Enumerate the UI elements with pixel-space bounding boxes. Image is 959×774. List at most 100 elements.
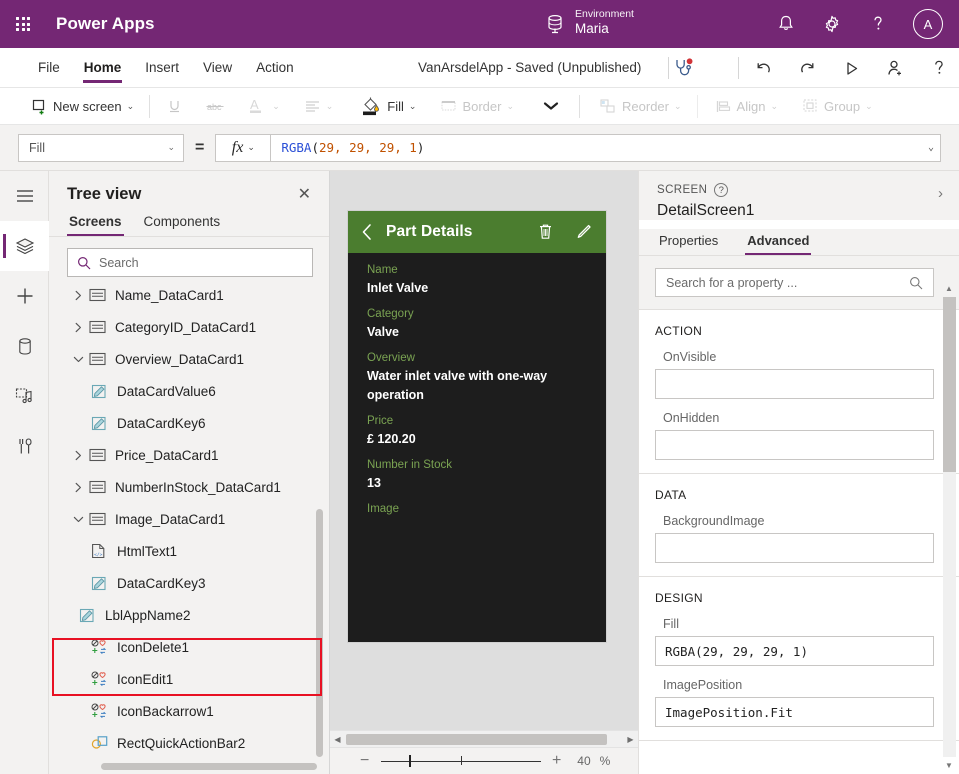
- environment-name: Maria: [575, 21, 634, 36]
- help-question-icon[interactable]: [927, 56, 951, 80]
- chevron-right-icon[interactable]: [67, 482, 89, 493]
- zoom-slider[interactable]: [381, 754, 541, 768]
- question-mark-icon[interactable]: [867, 13, 889, 35]
- menu-item-view[interactable]: View: [191, 48, 244, 88]
- phone-form-field[interactable]: Price£ 120.20: [348, 413, 606, 449]
- formula-input[interactable]: RGBA(29, 29, 29, 1) ⌄: [271, 134, 941, 162]
- zoom-slider-thumb[interactable]: [409, 755, 412, 767]
- chevron-right-icon[interactable]: [67, 322, 89, 333]
- redo-icon[interactable]: [795, 56, 819, 80]
- phone-form-field[interactable]: NameInlet Valve: [348, 262, 606, 298]
- property-value-input[interactable]: [655, 430, 934, 460]
- tab-properties[interactable]: Properties: [657, 229, 720, 255]
- zoom-in-button[interactable]: +: [550, 753, 564, 769]
- tab-screens[interactable]: Screens: [67, 210, 124, 236]
- tree-node[interactable]: Image_DataCard1: [49, 503, 329, 535]
- tree-node[interactable]: DataCardKey3: [49, 567, 329, 599]
- property-label: OnHidden: [655, 411, 934, 425]
- tree-view-layers-icon[interactable]: [0, 221, 49, 271]
- tree-node[interactable]: LblAppName2: [49, 599, 329, 631]
- close-icon[interactable]: ✕: [298, 187, 311, 203]
- property-value-input[interactable]: RGBA(29, 29, 29, 1): [655, 636, 934, 666]
- chevron-down-icon[interactable]: [67, 355, 89, 364]
- fill-button[interactable]: Fill ⌄: [354, 91, 423, 121]
- tree-node[interactable]: DataCardKey6: [49, 407, 329, 439]
- phone-field-label: Category: [367, 306, 606, 323]
- tab-advanced[interactable]: Advanced: [745, 229, 811, 255]
- scroll-right-arrow-icon[interactable]: ▶: [623, 735, 638, 744]
- chevron-right-icon[interactable]: [67, 290, 89, 301]
- svg-text:A: A: [250, 97, 259, 112]
- advanced-tools-icon[interactable]: [0, 421, 49, 471]
- chevron-down-icon[interactable]: [67, 515, 89, 524]
- tree-node[interactable]: Overview_DataCard1: [49, 343, 329, 375]
- menu-item-insert[interactable]: Insert: [133, 48, 191, 88]
- menu-item-home[interactable]: Home: [72, 48, 134, 88]
- phone-preview[interactable]: Part Details NameInlet Valve CategoryValv…: [348, 211, 606, 642]
- canvas-hscroll-thumb[interactable]: [346, 734, 607, 745]
- phone-form-field[interactable]: Image: [348, 501, 606, 518]
- fx-button[interactable]: fx ⌄: [215, 134, 271, 162]
- tree-node[interactable]: </>HtmlText1: [49, 535, 329, 567]
- formula-expand-chevron-icon[interactable]: ⌄: [928, 142, 934, 153]
- media-icon[interactable]: [0, 371, 49, 421]
- tree-node[interactable]: DataCardValue6: [49, 375, 329, 407]
- tree-node[interactable]: NumberInStock_DataCard1: [49, 471, 329, 503]
- tree-node[interactable]: RectQuickActionBar2: [49, 727, 329, 759]
- chevron-right-icon[interactable]: [67, 450, 89, 461]
- properties-scrollbar-thumb[interactable]: [943, 297, 956, 472]
- undo-icon[interactable]: [751, 56, 775, 80]
- datacard-icon: [89, 448, 115, 462]
- tree-node[interactable]: CategoryID_DataCard1: [49, 311, 329, 343]
- zoom-percent-symbol: %: [600, 754, 611, 768]
- help-circle-icon[interactable]: ?: [714, 183, 728, 197]
- property-value-input[interactable]: [655, 533, 934, 563]
- share-person-icon[interactable]: [883, 56, 907, 80]
- phone-form-field[interactable]: CategoryValve: [348, 306, 606, 342]
- strikethrough-icon: abc: [199, 91, 231, 121]
- chevron-right-icon[interactable]: ›: [938, 185, 943, 202]
- hamburger-menu-icon[interactable]: [0, 171, 49, 221]
- property-selector-value: Fill: [29, 141, 45, 155]
- menu-item-action[interactable]: Action: [244, 48, 306, 88]
- tree-node[interactable]: Price_DataCard1: [49, 439, 329, 471]
- environment-selector[interactable]: Environment Maria: [545, 4, 634, 38]
- tree-node[interactable]: Name_DataCard1: [49, 279, 329, 311]
- tab-components[interactable]: Components: [142, 210, 223, 236]
- more-options-button[interactable]: [535, 91, 567, 121]
- tree-node[interactable]: IconEdit1: [49, 663, 329, 695]
- property-value-input[interactable]: [655, 369, 934, 399]
- tree-vertical-scrollbar[interactable]: [316, 509, 323, 757]
- ribbon-toolbar: New screen ⌄ abc A ⌄: [0, 88, 959, 125]
- data-cylinder-icon[interactable]: [0, 321, 49, 371]
- brand-title[interactable]: Power Apps: [56, 14, 155, 34]
- property-selector[interactable]: Fill ⌄: [18, 134, 184, 162]
- formula-close-paren: ): [417, 140, 425, 155]
- new-screen-button[interactable]: New screen ⌄: [24, 91, 141, 121]
- tree-search-input[interactable]: Search: [67, 248, 313, 277]
- gear-icon[interactable]: [821, 13, 843, 35]
- tree-node[interactable]: IconBackarrow1: [49, 695, 329, 727]
- phone-field-label: Number in Stock: [367, 457, 606, 474]
- avatar[interactable]: A: [913, 9, 943, 39]
- phone-header-bar: Part Details: [348, 211, 606, 253]
- property-search-input[interactable]: Search for a property ...: [655, 268, 934, 297]
- tree-node[interactable]: IconDelete1: [49, 631, 329, 663]
- canvas-horizontal-scroll[interactable]: ◀ ▶: [330, 730, 638, 747]
- app-launcher-icon[interactable]: [0, 17, 46, 31]
- scroll-left-arrow-icon[interactable]: ◀: [330, 735, 345, 744]
- zoom-out-button[interactable]: −: [358, 753, 372, 769]
- tree-horizontal-scrollbar[interactable]: [101, 763, 317, 770]
- phone-form-field[interactable]: Number in Stock13: [348, 457, 606, 493]
- app-canvas[interactable]: Part Details NameInlet Valve CategoryValv…: [330, 171, 638, 774]
- insert-plus-icon[interactable]: [0, 271, 49, 321]
- preview-play-icon[interactable]: [839, 56, 863, 80]
- chevron-down-icon: ⌄: [247, 143, 255, 152]
- app-checker-stethoscope-icon[interactable]: [671, 56, 695, 80]
- phone-form-field[interactable]: OverviewWater inlet valve with one-way o…: [348, 350, 606, 405]
- scroll-down-arrow-icon[interactable]: ▼: [943, 761, 955, 770]
- property-value-input[interactable]: ImagePosition.Fit: [655, 697, 934, 727]
- bell-icon[interactable]: [775, 13, 797, 35]
- scroll-up-arrow-icon[interactable]: ▲: [943, 284, 955, 293]
- menu-item-file[interactable]: File: [26, 48, 72, 88]
